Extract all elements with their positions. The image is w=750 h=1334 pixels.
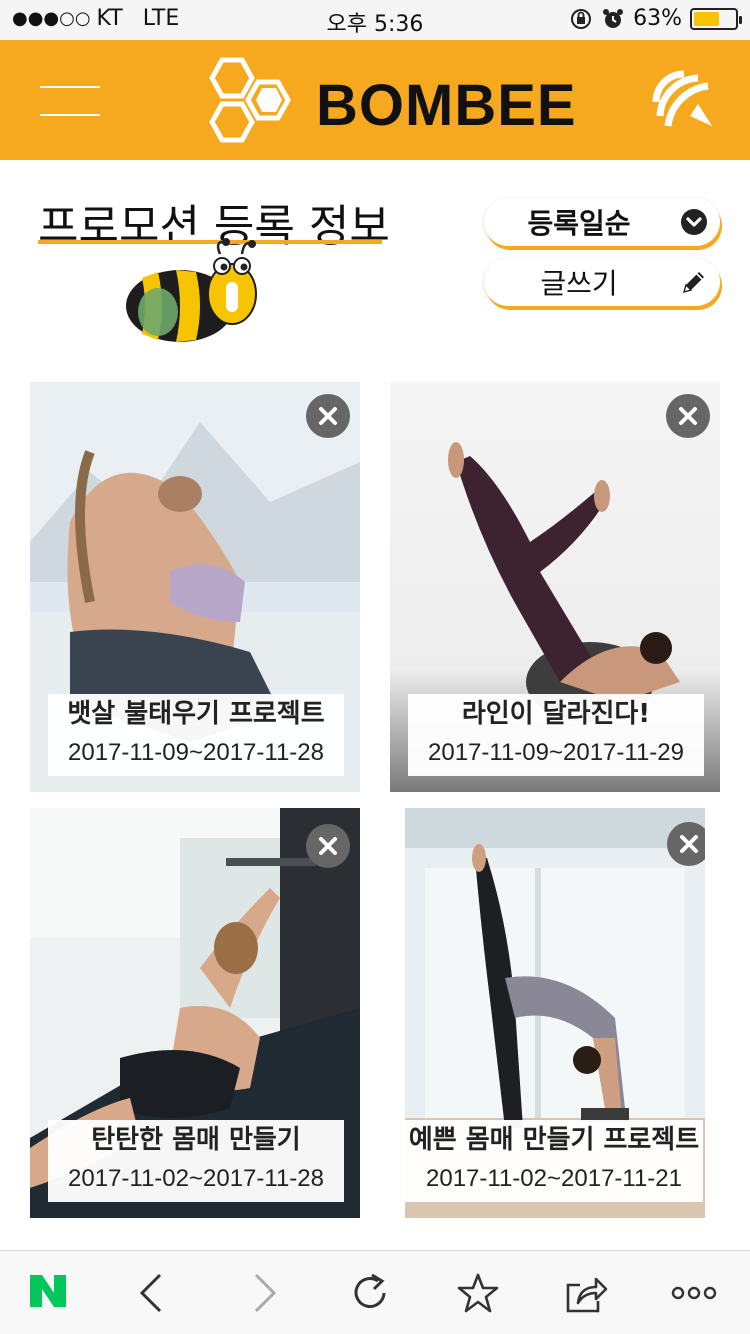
forward-arrow-icon[interactable] <box>240 1269 288 1317</box>
status-bar: ●●●○○ KT LTE 오후 5:36 63% <box>0 0 750 40</box>
card-date: 2017-11-09~2017-11-28 <box>68 739 324 766</box>
write-button[interactable]: 글쓰기 <box>484 258 720 306</box>
bee-mascot-icon <box>126 238 257 342</box>
back-arrow-icon[interactable] <box>128 1269 176 1317</box>
card-caption: 라인이 달라진다! 2017-11-09~2017-11-29 <box>408 694 704 776</box>
close-icon[interactable] <box>306 394 350 438</box>
promotion-card[interactable]: 예쁜 몸매 만들기 프로젝트 2017-11-02~2017-11-21 <box>405 808 705 1218</box>
reload-icon[interactable] <box>346 1269 394 1317</box>
share-icon[interactable] <box>562 1269 610 1317</box>
app-header: BOMBEE <box>0 40 750 160</box>
chevron-down-circle-icon <box>681 209 707 235</box>
orientation-lock-icon <box>571 8 592 29</box>
pencil-icon <box>682 272 704 294</box>
alarm-clock-icon <box>603 8 624 28</box>
card-date: 2017-11-09~2017-11-29 <box>428 739 684 766</box>
card-title: 예쁜 몸매 만들기 프로젝트 <box>408 1125 700 1155</box>
promotion-card[interactable]: 탄탄한 몸매 만들기 2017-11-02~2017-11-28 <box>30 808 360 1218</box>
naver-n-icon[interactable] <box>24 1267 72 1315</box>
browser-toolbar <box>0 1250 750 1334</box>
card-date: 2017-11-02~2017-11-28 <box>68 1165 324 1192</box>
bookmark-star-icon[interactable] <box>454 1269 502 1317</box>
promotion-card[interactable]: 뱃살 불태우기 프로젝트 2017-11-09~2017-11-28 <box>30 382 360 792</box>
close-icon[interactable] <box>667 822 705 866</box>
card-title: 탄탄한 몸매 만들기 <box>91 1125 301 1155</box>
sort-label: 등록일순 <box>527 207 631 240</box>
close-icon[interactable] <box>306 824 350 868</box>
battery-level-fill <box>694 11 720 26</box>
more-dots-icon[interactable] <box>670 1269 718 1317</box>
card-caption: 뱃살 불태우기 프로젝트 2017-11-09~2017-11-28 <box>48 694 344 776</box>
sort-dropdown[interactable]: 등록일순 <box>484 198 720 246</box>
card-title: 라인이 달라진다! <box>461 699 651 729</box>
card-caption: 예쁜 몸매 만들기 프로젝트 2017-11-02~2017-11-21 <box>405 1120 703 1202</box>
card-date: 2017-11-02~2017-11-21 <box>426 1165 682 1192</box>
card-caption: 탄탄한 몸매 만들기 2017-11-02~2017-11-28 <box>48 1120 344 1202</box>
promotion-card[interactable]: 라인이 달라진다! 2017-11-09~2017-11-29 <box>390 382 720 792</box>
hamburger-menu-icon[interactable] <box>40 84 100 118</box>
card-title: 뱃살 불태우기 프로젝트 <box>67 699 325 729</box>
status-right: 63% <box>569 6 742 31</box>
battery-percent: 63% <box>633 6 682 31</box>
honeycomb-logo-icon <box>209 57 291 143</box>
write-label: 글쓰기 <box>540 267 618 300</box>
rss-feed-icon[interactable] <box>650 68 714 132</box>
brand-logo[interactable]: BOMBEE <box>196 54 586 146</box>
close-icon[interactable] <box>666 394 710 438</box>
brand-name: BOMBEE <box>316 73 577 138</box>
battery-icon <box>690 7 742 30</box>
